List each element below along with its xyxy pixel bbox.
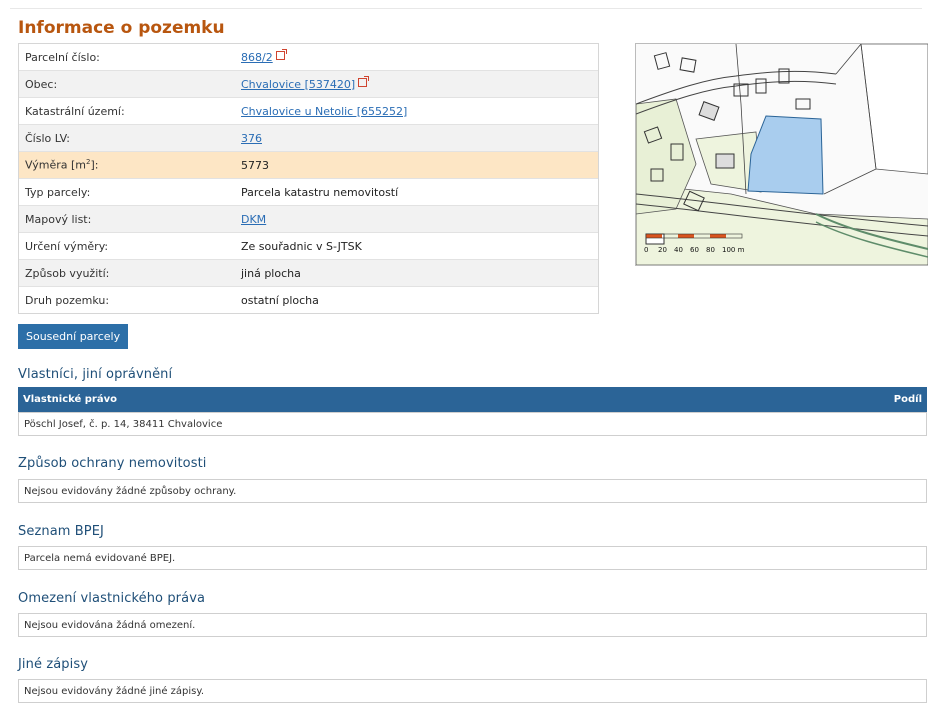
row-label: Výměra [m2]:	[25, 158, 99, 172]
scale-label-80: 80	[706, 246, 715, 254]
restrictions-box: Nejsou evidována žádná omezení.	[18, 613, 927, 637]
external-link-icon[interactable]	[275, 48, 287, 60]
row-land-use: Způsob využití: jiná plocha	[19, 260, 598, 287]
row-cadastral-area: Katastrální území: Chvalovice u Netolic …	[19, 98, 598, 125]
row-label: Parcelní číslo:	[25, 50, 100, 64]
row-label: Druh pozemku:	[25, 293, 110, 307]
row-area-determination: Určení výměry: Ze souřadnic v S-JTSK	[19, 233, 598, 260]
row-land-type: Druh pozemku: ostatní plocha	[19, 287, 598, 313]
owners-heading: Vlastníci, jiní oprávnění	[18, 367, 173, 382]
bpej-box: Parcela nemá evidované BPEJ.	[18, 546, 927, 570]
scale-label-20: 20	[658, 246, 667, 254]
ownership-right-header: Vlastnické právo	[23, 394, 117, 405]
other-records-box: Nejsou evidovány žádné jiné zápisy.	[18, 679, 927, 703]
owners-table-header: Vlastnické právo Podíl	[18, 387, 927, 412]
municipality-link[interactable]: Chvalovice [537420]	[241, 78, 355, 91]
owner-row: Pöschl Josef, č. p. 14, 38411 Chvalovice	[18, 412, 927, 436]
other-records-heading: Jiné zápisy	[18, 657, 89, 672]
share-header: Podíl	[893, 394, 922, 405]
row-value: Parcela katastru nemovitostí	[241, 185, 399, 199]
row-label: Číslo LV:	[25, 131, 71, 145]
protection-box: Nejsou evidovány žádné způsoby ochrany.	[18, 479, 927, 503]
row-label: Mapový list:	[25, 212, 92, 226]
scale-label-60: 60	[690, 246, 699, 254]
neighbors-button[interactable]: Sousední parcely	[18, 324, 129, 349]
map-sheet-link[interactable]: DKM	[241, 213, 266, 226]
row-label: Obec:	[25, 77, 58, 91]
row-label: Katastrální území:	[25, 104, 125, 118]
row-label: Způsob využití:	[25, 266, 110, 280]
row-lv-number: Číslo LV: 376	[19, 125, 598, 152]
row-map-sheet: Mapový list: DKM	[19, 206, 598, 233]
protection-heading: Způsob ochrany nemovitosti	[18, 456, 207, 471]
row-municipality: Obec: Chvalovice [537420]	[19, 71, 598, 98]
row-value: jiná plocha	[241, 266, 301, 280]
external-link-icon[interactable]	[358, 75, 370, 87]
row-area: Výměra [m2]: 5773	[19, 152, 598, 179]
row-label: Typ parcely:	[25, 185, 91, 199]
scale-label-100: 100 m	[722, 246, 745, 254]
parcel-number-link[interactable]: 868/2	[241, 51, 273, 64]
scale-label-0: 0	[644, 246, 648, 254]
row-label: Určení výměry:	[25, 239, 109, 253]
map-drawing: 0 20 40 60 80 100 m	[636, 44, 928, 265]
scale-label-40: 40	[674, 246, 683, 254]
row-parcel-number: Parcelní číslo: 868/2	[19, 44, 598, 71]
parcel-info-table: Parcelní číslo: 868/2 Obec: Chvalovice […	[18, 43, 599, 314]
cadastral-map[interactable]: 0 20 40 60 80 100 m	[635, 43, 928, 266]
lv-number-link[interactable]: 376	[241, 132, 262, 145]
row-value: Ze souřadnic v S-JTSK	[241, 239, 362, 253]
row-parcel-type: Typ parcely: Parcela katastru nemovitost…	[19, 179, 598, 206]
row-value: ostatní plocha	[241, 293, 319, 307]
page-title: Informace o pozemku	[18, 18, 225, 38]
cadastral-area-link[interactable]: Chvalovice u Netolic [655252]	[241, 105, 407, 118]
area-value: 5773	[241, 158, 269, 172]
restrictions-heading: Omezení vlastnického práva	[18, 591, 206, 606]
bpej-heading: Seznam BPEJ	[18, 524, 104, 539]
top-divider	[10, 8, 922, 9]
